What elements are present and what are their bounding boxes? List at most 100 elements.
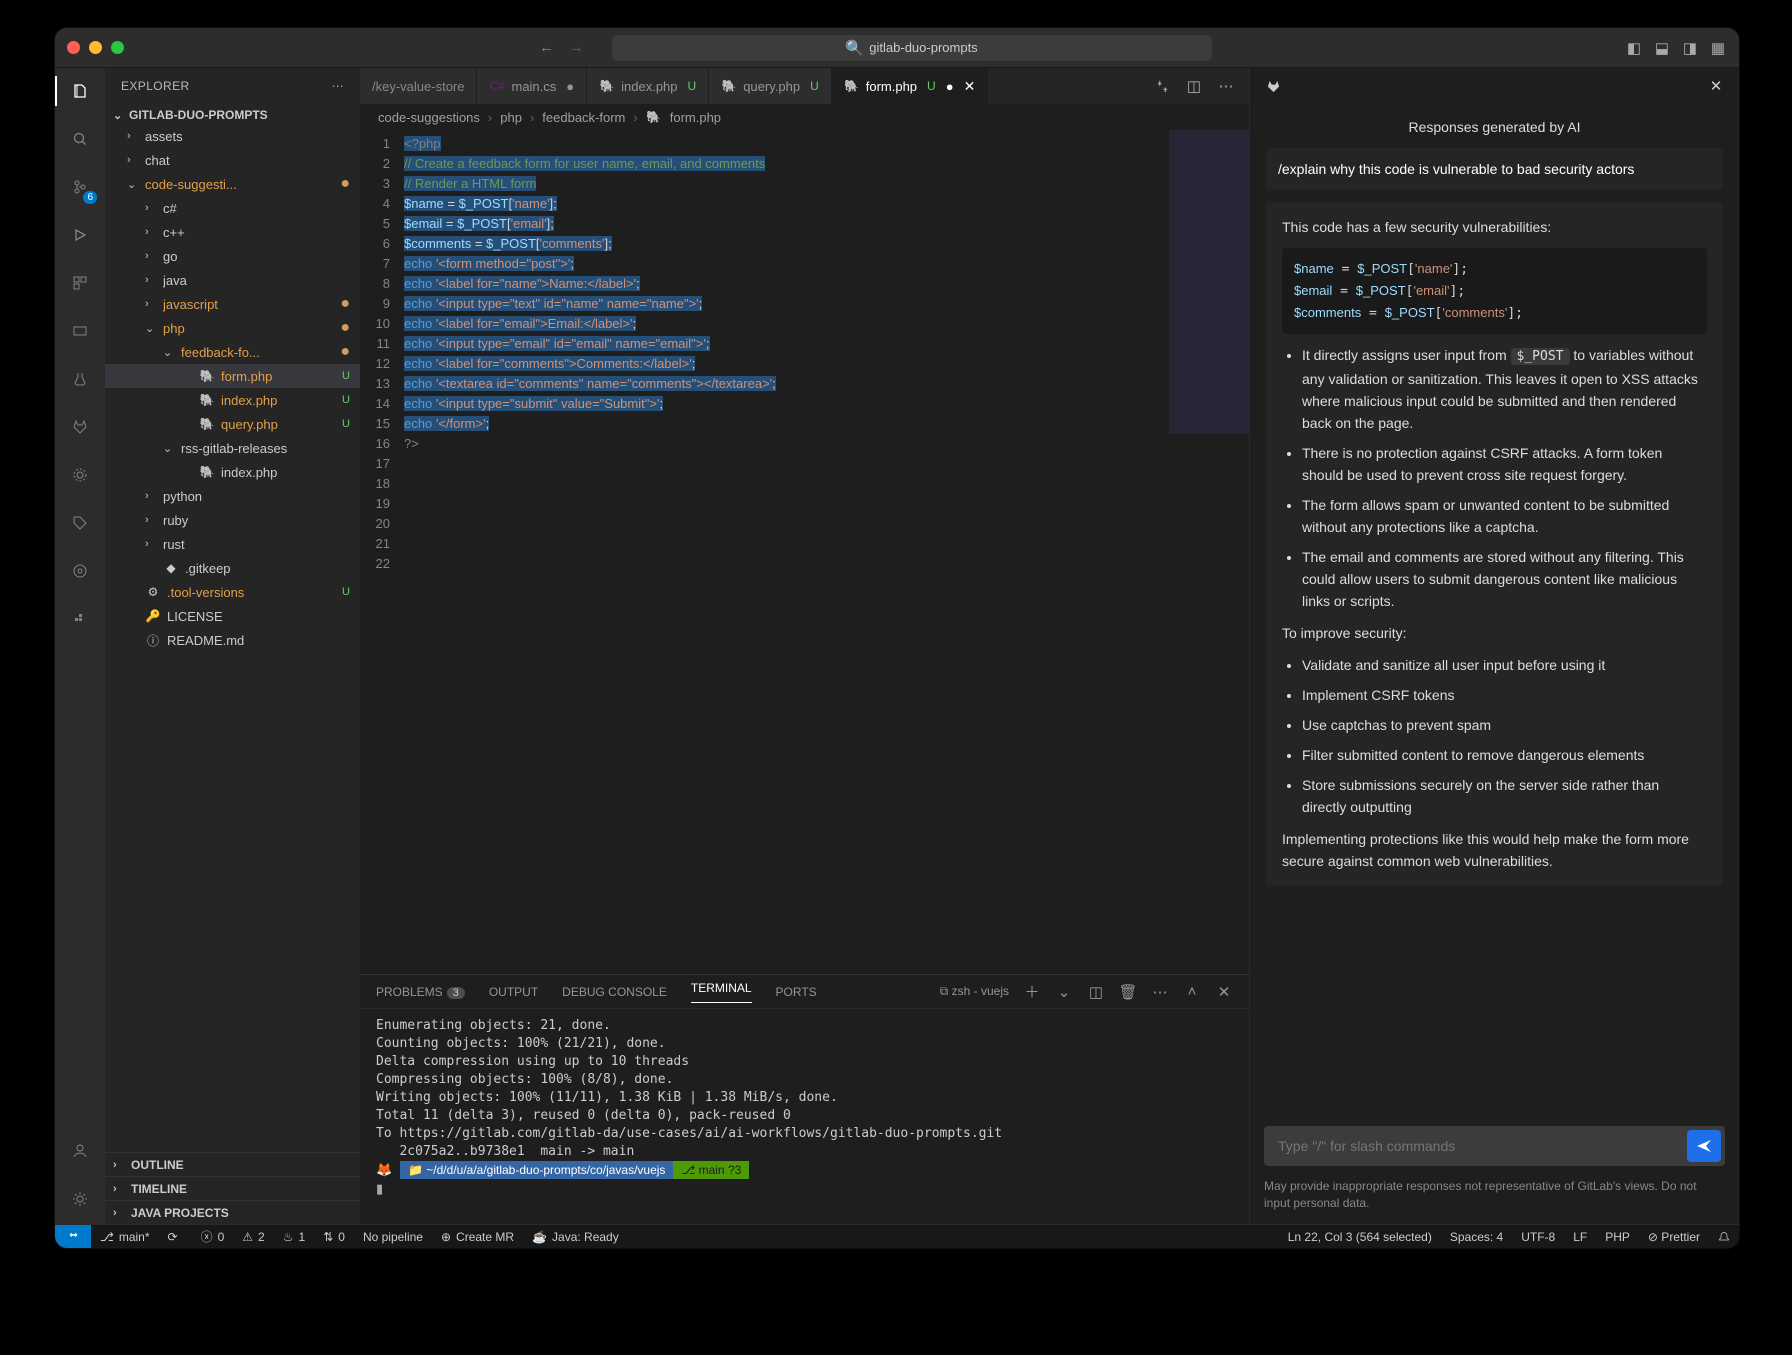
terminal-body[interactable]: Enumerating objects: 21, done. Counting …	[360, 1009, 1249, 1224]
section-outline[interactable]: ›OUTLINE	[105, 1152, 360, 1176]
folder-rust[interactable]: ›rust	[105, 532, 360, 556]
file--tool-versions[interactable]: ⚙.tool-versionsU	[105, 580, 360, 604]
file-LICENSE[interactable]: 🔑LICENSE	[105, 604, 360, 628]
folder-c-[interactable]: ›c#	[105, 196, 360, 220]
status-0[interactable]: ⓧ0	[192, 1228, 234, 1245]
breadcrumb[interactable]: code-suggestions›php›feedback-form›🐘form…	[360, 104, 1249, 130]
split-terminal-icon[interactable]: ◫	[1087, 983, 1105, 1001]
status-2[interactable]: ⚠2	[233, 1228, 273, 1245]
code-editor[interactable]: 12345678910111213141516171819202122 <?ph…	[360, 130, 1249, 974]
extensions-activity[interactable]	[67, 270, 93, 296]
minimap[interactable]	[1169, 130, 1249, 974]
file-index-php[interactable]: 🐘index.php	[105, 460, 360, 484]
chat-scroll[interactable]: Responses generated by AI /explain why t…	[1250, 104, 1739, 1116]
send-button[interactable]	[1687, 1130, 1721, 1162]
close-window[interactable]	[67, 41, 80, 54]
chat-input-field[interactable]	[1278, 1138, 1687, 1154]
status-spaces-4[interactable]: Spaces: 4	[1441, 1230, 1512, 1244]
code-content[interactable]: <?php// Create a feedback form for user …	[404, 130, 1169, 974]
tab-query-php[interactable]: 🐘query.phpU	[709, 68, 832, 104]
breadcrumb-item[interactable]: php	[500, 110, 522, 125]
dropdown-icon[interactable]: ⌄	[1055, 983, 1073, 1001]
status-create-mr[interactable]: ⊕Create MR	[432, 1228, 523, 1245]
docker-activity[interactable]	[67, 606, 93, 632]
layout-sidebar-left-icon[interactable]: ◧	[1625, 39, 1643, 57]
tab-form-php[interactable]: 🐘form.phpU●✕	[832, 68, 989, 104]
gitlens-activity[interactable]	[67, 462, 93, 488]
target-activity[interactable]	[67, 558, 93, 584]
layout-customize-icon[interactable]: ▦	[1709, 39, 1727, 57]
breadcrumb-item[interactable]: form.php	[670, 110, 721, 125]
new-terminal-icon[interactable]: ＋	[1023, 983, 1041, 1001]
status-ln-22-col-3-564-selected-[interactable]: Ln 22, Col 3 (564 selected)	[1279, 1230, 1441, 1244]
nav-back-icon[interactable]: ←	[538, 39, 556, 57]
file-index-php[interactable]: 🐘index.phpU	[105, 388, 360, 412]
panel-tab-problems[interactable]: PROBLEMS3	[376, 985, 465, 999]
close-chat-icon[interactable]: ✕	[1707, 77, 1725, 95]
tag-activity[interactable]	[67, 510, 93, 536]
explorer-more-icon[interactable]: ⋯	[332, 79, 344, 93]
file-README-md[interactable]: ⓘREADME.md	[105, 628, 360, 652]
folder-rss-gitlab-releases[interactable]: ⌄rss-gitlab-releases	[105, 436, 360, 460]
close-tab-icon[interactable]: ✕	[964, 78, 976, 95]
folder-assets[interactable]: ›assets	[105, 124, 360, 148]
status-no-pipeline[interactable]: No pipeline	[354, 1228, 432, 1245]
file-query-php[interactable]: 🐘query.phpU	[105, 412, 360, 436]
folder-feedback-fo-[interactable]: ⌄feedback-fo...●	[105, 340, 360, 364]
search-activity[interactable]	[67, 126, 93, 152]
status--prettier[interactable]: ⊘ Prettier	[1639, 1230, 1709, 1244]
folder-javascript[interactable]: ›javascript●	[105, 292, 360, 316]
status-main-[interactable]: ⎇main*	[91, 1228, 159, 1245]
folder-ruby[interactable]: ›ruby	[105, 508, 360, 532]
status-utf-8[interactable]: UTF-8	[1512, 1230, 1564, 1244]
explorer-activity[interactable]	[67, 78, 93, 104]
folder-section[interactable]: ⌄GITLAB-DUO-PROMPTS	[105, 104, 360, 124]
section-timeline[interactable]: ›TIMELINE	[105, 1176, 360, 1200]
settings-activity[interactable]	[67, 1186, 93, 1212]
source-control-activity[interactable]: 6	[67, 174, 93, 200]
tab--key-value-store[interactable]: /key-value-store	[360, 68, 477, 104]
folder-chat[interactable]: ›chat	[105, 148, 360, 172]
run-debug-activity[interactable]	[67, 222, 93, 248]
notifications-icon[interactable]	[1709, 1231, 1739, 1243]
breadcrumb-item[interactable]: code-suggestions	[378, 110, 480, 125]
command-center[interactable]: 🔍 gitlab-duo-prompts	[612, 35, 1212, 61]
layout-sidebar-right-icon[interactable]: ◨	[1681, 39, 1699, 57]
minimize-window[interactable]	[89, 41, 102, 54]
status-sync[interactable]: ⟳	[159, 1228, 192, 1245]
accounts-activity[interactable]	[67, 1138, 93, 1164]
folder-go[interactable]: ›go	[105, 244, 360, 268]
section-java-projects[interactable]: ›JAVA PROJECTS	[105, 1200, 360, 1224]
more-tab-icon[interactable]: ⋯	[1217, 77, 1235, 95]
file--gitkeep[interactable]: ◆.gitkeep	[105, 556, 360, 580]
testing-activity[interactable]	[67, 366, 93, 392]
maximize-window[interactable]	[111, 41, 124, 54]
folder-python[interactable]: ›python	[105, 484, 360, 508]
status-java-ready[interactable]: ☕Java: Ready	[523, 1228, 628, 1245]
kill-terminal-icon[interactable]: 🗑	[1119, 983, 1137, 1001]
terminal-shell-icon[interactable]: ⧉ zsh - vuejs	[940, 984, 1009, 999]
close-panel-icon[interactable]: ✕	[1215, 983, 1233, 1001]
remote-indicator[interactable]	[55, 1225, 91, 1249]
tab-index-php[interactable]: 🐘index.phpU	[587, 68, 709, 104]
status-lf[interactable]: LF	[1564, 1230, 1596, 1244]
remote-activity[interactable]	[67, 318, 93, 344]
maximize-panel-icon[interactable]: ˄	[1183, 983, 1201, 1001]
file-form-php[interactable]: 🐘form.phpU	[105, 364, 360, 388]
folder-c-[interactable]: ›c++	[105, 220, 360, 244]
panel-tab-ports[interactable]: PORTS	[776, 985, 817, 999]
more-terminal-icon[interactable]: ⋯	[1151, 983, 1169, 1001]
folder-java[interactable]: ›java	[105, 268, 360, 292]
panel-tab-debug-console[interactable]: DEBUG CONSOLE	[562, 985, 667, 999]
panel-tab-output[interactable]: OUTPUT	[489, 985, 538, 999]
folder-code-suggesti-[interactable]: ⌄code-suggesti...●	[105, 172, 360, 196]
nav-forward-icon[interactable]: →	[568, 39, 586, 57]
layout-panel-icon[interactable]: ⬓	[1653, 39, 1671, 57]
panel-tab-terminal[interactable]: TERMINAL	[691, 981, 752, 1003]
status-php[interactable]: PHP	[1596, 1230, 1639, 1244]
breadcrumb-item[interactable]: feedback-form	[542, 110, 625, 125]
status-1[interactable]: ♨1	[274, 1228, 314, 1245]
folder-php[interactable]: ⌄php●	[105, 316, 360, 340]
tab-main-cs[interactable]: C#main.cs●	[477, 68, 587, 104]
status-0[interactable]: ⇅0	[314, 1228, 354, 1245]
